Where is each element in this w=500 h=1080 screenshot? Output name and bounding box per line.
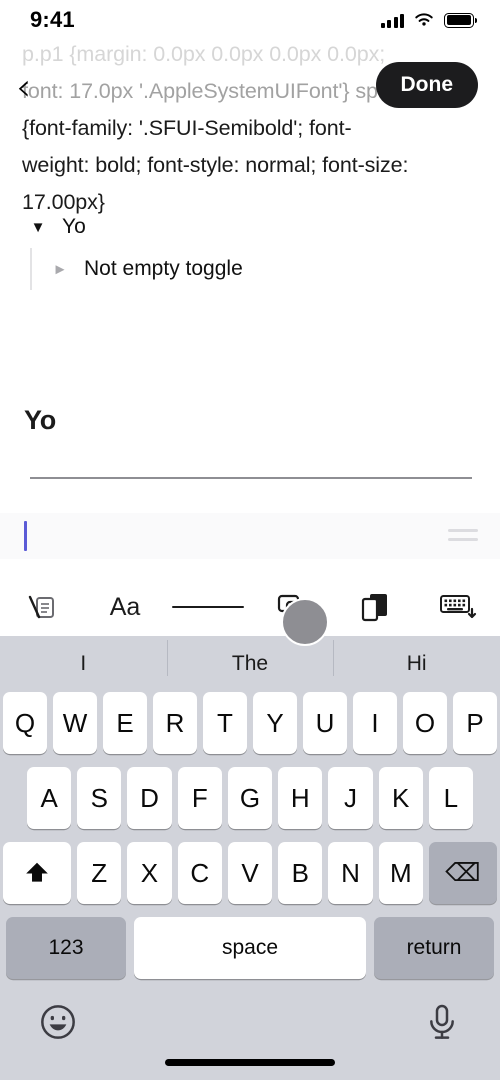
key-o[interactable]: O — [403, 692, 447, 754]
key-j[interactable]: J — [328, 767, 373, 829]
key-l[interactable]: L — [428, 767, 473, 829]
editor-line[interactable] — [0, 513, 500, 559]
back-chevron-icon[interactable]: ‹ — [16, 68, 31, 106]
keyboard-row-2: A S D F G H J K L — [0, 767, 500, 829]
space-key[interactable]: space — [134, 917, 366, 979]
doc-line-4: weight: bold; font-style: normal; font-s… — [22, 153, 409, 177]
toggle-label-yo: Yo — [62, 215, 86, 238]
drag-handle-icon[interactable] — [448, 529, 478, 541]
slash-command-document-icon[interactable] — [0, 578, 83, 636]
onscreen-keyboard: I The Hi Q W E R T Y U I O P A S D F G H… — [0, 636, 500, 1080]
key-k[interactable]: K — [378, 767, 423, 829]
key-u[interactable]: U — [303, 692, 347, 754]
prediction-1[interactable]: The — [166, 640, 334, 676]
keyboard-row-4: 123 space return — [0, 917, 500, 979]
key-v[interactable]: V — [227, 842, 273, 904]
key-a[interactable]: A — [27, 767, 72, 829]
done-button[interactable]: Done — [375, 62, 478, 108]
key-p[interactable]: P — [453, 692, 497, 754]
key-d[interactable]: D — [127, 767, 172, 829]
toggle-row-yo[interactable]: ▼ Yo — [0, 206, 500, 248]
key-t[interactable]: T — [203, 692, 247, 754]
key-i[interactable]: I — [353, 692, 397, 754]
status-icons — [380, 12, 477, 28]
page-title: Yo — [24, 405, 56, 435]
prediction-2[interactable]: Hi — [333, 640, 500, 676]
wifi-icon — [415, 13, 433, 26]
touch-indicator — [281, 598, 329, 646]
key-m[interactable]: M — [378, 842, 423, 904]
key-z[interactable]: Z — [77, 842, 122, 904]
duplicate-pages-icon[interactable] — [333, 578, 416, 636]
indent-guide — [30, 248, 32, 290]
key-h[interactable]: H — [278, 767, 323, 829]
keyboard-row-3: Z X C V B N M ⌫ — [0, 842, 500, 904]
keyboard-row-1: Q W E R T Y U I O P — [0, 692, 500, 754]
shift-key[interactable] — [3, 842, 72, 904]
key-b[interactable]: B — [278, 842, 323, 904]
horizontal-divider — [30, 477, 472, 479]
key-x[interactable]: X — [127, 842, 172, 904]
text-cursor — [24, 521, 27, 551]
key-s[interactable]: S — [77, 767, 122, 829]
key-r[interactable]: R — [153, 692, 197, 754]
horizontal-rule-icon[interactable] — [167, 578, 250, 636]
key-n[interactable]: N — [328, 842, 373, 904]
microphone-icon[interactable] — [422, 1002, 462, 1042]
keyboard-bottom-bar — [0, 987, 500, 1057]
backspace-icon: ⌫ — [445, 859, 481, 887]
toggle-tree: ▼ Yo ► Not empty toggle — [0, 206, 500, 290]
cellular-signal-icon — [380, 13, 404, 28]
key-q[interactable]: Q — [3, 692, 47, 754]
editor-toolbar: Aa — [0, 578, 500, 636]
prediction-bar: I The Hi — [0, 636, 500, 692]
toggle-row-not-empty[interactable]: ► Not empty toggle — [0, 248, 500, 290]
status-time: 9:41 — [30, 7, 75, 32]
text-format-icon[interactable]: Aa — [83, 578, 166, 636]
key-y[interactable]: Y — [253, 692, 297, 754]
numeric-key[interactable]: 123 — [6, 917, 126, 979]
key-w[interactable]: W — [53, 692, 97, 754]
battery-full-icon — [444, 12, 477, 28]
phone-screen: p.p1 {margin: 0.0px 0.0px 0.0px 0.0px; f… — [0, 0, 500, 1080]
key-e[interactable]: E — [103, 692, 147, 754]
key-c[interactable]: C — [177, 842, 222, 904]
prediction-0[interactable]: I — [0, 652, 167, 676]
doc-line-3: {font-family: '.SFUI-Semibold'; font- — [22, 116, 352, 140]
backspace-key[interactable]: ⌫ — [428, 842, 497, 904]
status-bar: 9:41 — [0, 0, 500, 40]
home-indicator — [165, 1059, 335, 1066]
triangle-right-icon[interactable]: ► — [48, 261, 72, 278]
shift-arrow-icon — [26, 862, 48, 882]
return-key[interactable]: return — [374, 917, 494, 979]
keyboard-dismiss-icon[interactable] — [417, 578, 500, 636]
key-g[interactable]: G — [227, 767, 273, 829]
emoji-smiley-icon[interactable] — [38, 1002, 78, 1042]
triangle-down-icon[interactable]: ▼ — [26, 219, 50, 236]
key-f[interactable]: F — [177, 767, 222, 829]
toggle-label-not-empty: Not empty toggle — [84, 257, 243, 280]
